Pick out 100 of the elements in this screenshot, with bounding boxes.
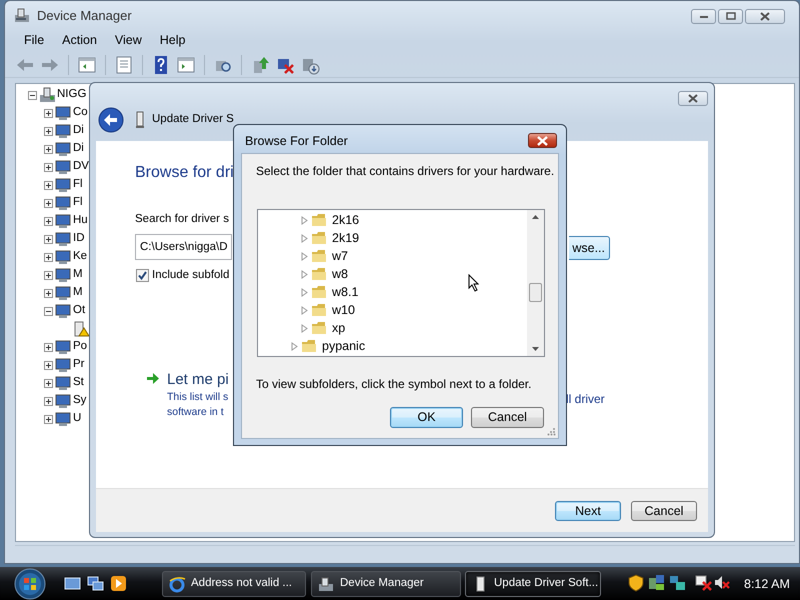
expand-icon[interactable] xyxy=(44,396,53,406)
option-title: Let me pi xyxy=(167,370,229,390)
resize-grip-icon[interactable] xyxy=(547,427,556,436)
minimize-icon[interactable] xyxy=(698,13,708,19)
expand-icon[interactable] xyxy=(44,180,53,190)
folder-name[interactable]: w8 xyxy=(332,264,348,284)
tree-item[interactable]: M xyxy=(73,284,83,302)
switch-windows-icon[interactable] xyxy=(87,575,104,592)
tree-item[interactable]: Sy xyxy=(73,392,86,410)
arrow-icon xyxy=(146,372,160,385)
tree-item[interactable]: Ot xyxy=(73,302,86,320)
device-icon xyxy=(55,339,71,355)
folder-name[interactable]: w8.1 xyxy=(332,282,358,302)
tree-item[interactable]: M xyxy=(73,266,83,284)
expand-icon[interactable] xyxy=(44,270,53,280)
expand-icon[interactable] xyxy=(44,198,53,208)
expand-icon[interactable] xyxy=(44,162,53,172)
folder-icon xyxy=(311,320,327,336)
device-icon xyxy=(55,213,71,229)
taskbar-button[interactable]: Update Driver Soft... xyxy=(465,571,601,597)
device-manager-icon xyxy=(318,576,335,592)
expand-icon[interactable] xyxy=(44,378,53,388)
tree-item[interactable]: Fl xyxy=(73,194,83,212)
expand-icon[interactable] xyxy=(44,360,53,370)
tree-item[interactable]: U xyxy=(73,410,82,428)
folder-name[interactable]: 2k16 xyxy=(332,210,360,230)
shield-icon[interactable] xyxy=(628,574,645,592)
taskbar-button[interactable]: Device Manager xyxy=(311,571,461,597)
expand-icon[interactable] xyxy=(44,252,53,262)
properties-icon[interactable] xyxy=(114,54,134,74)
media-player-icon[interactable] xyxy=(110,575,127,592)
path-field[interactable]: C:\Users\nigga\D xyxy=(135,234,232,260)
device-icon xyxy=(55,375,71,391)
show-desktop-icon[interactable] xyxy=(64,575,81,592)
expand-icon[interactable] xyxy=(44,288,53,298)
browse-button[interactable]: wse... xyxy=(569,236,610,260)
collapse-icon[interactable] xyxy=(44,306,53,316)
network-icon[interactable] xyxy=(669,574,686,592)
dialog-button[interactable]: OK xyxy=(390,407,463,428)
tree-item[interactable]: St xyxy=(73,374,84,392)
close-icon[interactable] xyxy=(688,94,698,103)
start-button[interactable] xyxy=(12,567,48,600)
scrollbar[interactable] xyxy=(527,210,544,356)
tree-item[interactable]: Hu xyxy=(73,212,88,230)
folder-name[interactable]: 2k19 xyxy=(332,228,360,248)
folder-name[interactable]: w7 xyxy=(332,246,348,266)
dialog-button[interactable]: Next xyxy=(555,500,621,520)
menu-item[interactable]: File xyxy=(15,31,54,49)
tree-item[interactable]: NIGG xyxy=(57,86,86,104)
panel-icon[interactable] xyxy=(176,54,196,74)
panel-icon[interactable] xyxy=(77,54,97,74)
device-icon xyxy=(55,303,71,319)
back-button[interactable] xyxy=(98,107,124,133)
folder-icon xyxy=(311,266,327,282)
tree-item[interactable]: Fl xyxy=(73,176,83,194)
minimize-button[interactable] xyxy=(691,8,716,24)
network-icon[interactable] xyxy=(648,574,665,592)
dialog-button[interactable]: Cancel xyxy=(471,407,544,428)
close-button[interactable] xyxy=(745,8,785,24)
device-icon xyxy=(55,177,71,193)
menu-item[interactable]: View xyxy=(106,31,151,49)
maximize-button[interactable] xyxy=(718,8,743,24)
maximize-icon[interactable] xyxy=(726,12,736,20)
device-icon xyxy=(55,393,71,409)
tree-item[interactable]: Po xyxy=(73,338,88,356)
close-button[interactable] xyxy=(678,91,708,106)
expand-icon[interactable] xyxy=(44,414,53,424)
tree-item[interactable]: ID xyxy=(73,230,84,248)
disconnected-network-icon[interactable] xyxy=(695,574,712,592)
close-icon[interactable] xyxy=(760,12,770,20)
expand-icon[interactable] xyxy=(44,234,53,244)
tree-item[interactable]: Ke xyxy=(73,248,88,266)
expand-icon[interactable] xyxy=(44,216,53,226)
collapse-icon[interactable] xyxy=(28,90,37,100)
menu-item[interactable]: Action xyxy=(53,31,106,49)
folder-name[interactable]: xp xyxy=(332,318,346,338)
folder-icon xyxy=(311,284,327,300)
folder-icon xyxy=(311,248,327,264)
taskbar-button[interactable]: Address not valid ... xyxy=(162,571,306,597)
checkbox[interactable] xyxy=(136,269,149,282)
tree-item[interactable]: Di xyxy=(73,140,84,158)
menu-item[interactable]: Help xyxy=(150,31,194,49)
option-description: This list will s xyxy=(167,390,228,405)
folder-icon xyxy=(311,302,327,318)
expand-icon[interactable] xyxy=(44,144,53,154)
tree-item[interactable]: Pr xyxy=(73,356,84,374)
scrollbar-thumb[interactable] xyxy=(529,283,542,302)
folder-name[interactable]: w10 xyxy=(332,300,355,320)
device-icon xyxy=(55,231,71,247)
expand-icon[interactable] xyxy=(44,126,53,136)
expand-icon[interactable] xyxy=(44,342,53,352)
option-description: software in t xyxy=(167,405,224,420)
tree-item[interactable]: DV xyxy=(73,158,89,176)
close-button[interactable] xyxy=(528,133,557,148)
expand-icon[interactable] xyxy=(44,108,53,118)
tree-item[interactable]: Di xyxy=(73,122,84,140)
clock[interactable]: 8:12 AM xyxy=(744,575,790,594)
tree-item[interactable]: Co xyxy=(73,104,88,122)
folder-name[interactable]: pypanic xyxy=(322,336,366,356)
dialog-button[interactable]: Cancel xyxy=(631,500,697,520)
